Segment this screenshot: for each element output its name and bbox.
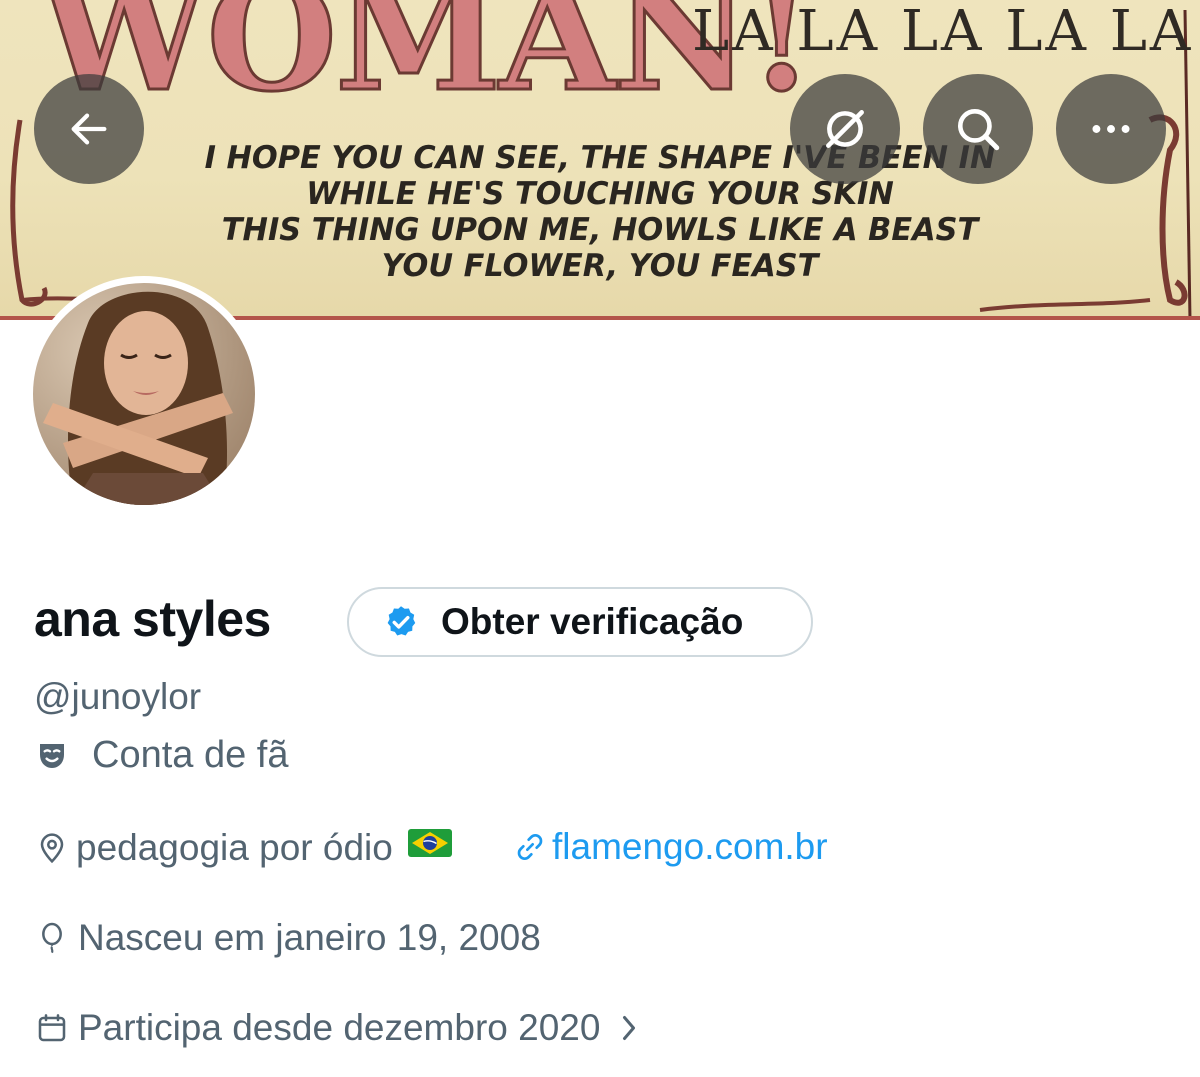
banner-lyric-line: THIS THING UPON ME, HOWLS LIKE A BEAST xyxy=(221,212,979,248)
banner-la-text: LA LA LA LA LA xyxy=(692,0,1194,64)
get-verified-button[interactable]: Obter verificação xyxy=(347,587,813,657)
chevron-right-icon xyxy=(623,1016,636,1040)
more-icon xyxy=(1092,125,1130,133)
grok-button[interactable] xyxy=(790,74,900,184)
profile-location: pedagogia por ódio xyxy=(36,826,453,869)
display-name: ana styles xyxy=(34,591,271,647)
avatar[interactable] xyxy=(26,276,262,512)
location-pin-icon xyxy=(40,832,64,863)
banner-lyric-line: YOU FLOWER, YOU FEAST xyxy=(381,248,819,284)
joined-label: Participa desde dezembro 2020 xyxy=(78,1007,601,1048)
profile-joined-date[interactable]: Participa desde dezembro 2020 xyxy=(36,1007,640,1049)
grok-icon xyxy=(826,110,864,148)
avatar-photo xyxy=(33,283,255,505)
location-label: pedagogia por ódio xyxy=(76,826,393,868)
birthday-label: Nasceu em janeiro 19, 2008 xyxy=(78,917,541,958)
arrow-left-icon xyxy=(71,113,107,145)
profile-category: Conta de fã xyxy=(36,734,288,777)
profile-category-label: Conta de fã xyxy=(92,734,289,776)
banner-lyric-line: WHILE HE'S TOUCHING YOUR SKIN xyxy=(306,176,894,212)
website-label[interactable]: flamengo.com.br xyxy=(552,826,828,868)
brazil-flag-icon xyxy=(407,826,453,869)
profile-website-link[interactable]: flamengo.com.br xyxy=(514,826,828,868)
search-icon xyxy=(958,109,1000,151)
banner-lyric-line: I HOPE YOU CAN SEE, THE SHAPE I'VE BEEN … xyxy=(204,140,996,176)
username-handle: @junoylor xyxy=(34,676,202,717)
search-button[interactable] xyxy=(923,74,1033,184)
calendar-icon xyxy=(38,1014,66,1042)
balloon-icon xyxy=(42,922,62,954)
verified-badge-icon xyxy=(387,606,416,636)
theater-mask-icon xyxy=(40,743,64,768)
back-button[interactable] xyxy=(34,74,144,184)
profile-birthday: Nasceu em janeiro 19, 2008 xyxy=(36,917,541,959)
link-icon xyxy=(517,834,543,860)
more-options-button[interactable] xyxy=(1056,74,1166,184)
get-verified-label: Obter verificação xyxy=(441,601,744,642)
